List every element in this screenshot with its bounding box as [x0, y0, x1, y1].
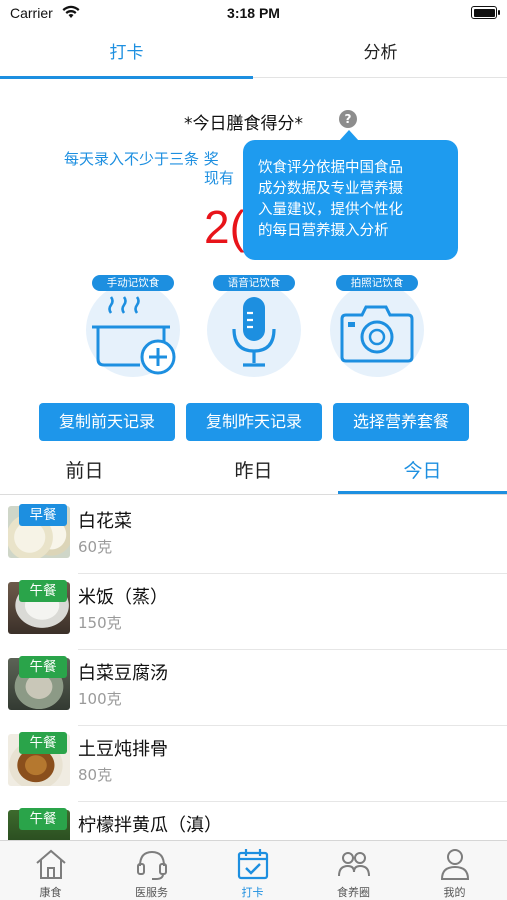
clock: 3:18 PM — [227, 5, 280, 21]
voice-record-label: 语音记饮食 — [213, 275, 295, 291]
score-title: *今日膳食得分* — [184, 114, 303, 134]
meal-badge: 午餐 — [19, 580, 67, 602]
meal-badge: 午餐 — [19, 732, 67, 754]
nav-label: 医服务 — [135, 886, 168, 899]
tab-yesterday-label: 昨日 — [234, 460, 273, 482]
copy-day-before-button[interactable]: 复制前天记录 — [39, 403, 175, 441]
tooltip-line: 入量建议，提供个性化 — [258, 202, 403, 218]
food-amount: 80克 — [78, 766, 113, 784]
tab-active-indicator — [0, 76, 253, 79]
nav-label: 食养圈 — [337, 886, 370, 899]
day-tab-bar: 前日 昨日 今日 — [0, 450, 507, 495]
score-hint-line1: 每天录入不少于三条 奖 — [64, 150, 219, 168]
tooltip-line: 饮食评分依据中国食品 — [258, 160, 403, 176]
list-item[interactable]: 早餐 白花菜 60克 — [0, 498, 507, 574]
tab-today-label: 今日 — [403, 460, 442, 482]
app-screen: Carrier 3:18 PM 打卡 分析 *今日膳食得分* ? 每天录入不少于… — [0, 0, 507, 900]
score-tooltip: 饮食评分依据中国食品 成分数据及专业营养摄 入量建议，提供个性化 的每日营养摄入… — [243, 130, 458, 260]
score-hint-line2: 现有 — [204, 169, 235, 187]
voice-record-button[interactable]: 语音记饮食 — [205, 275, 305, 380]
food-name: 米饭（蒸） — [78, 587, 168, 608]
bottom-nav: 康食 医服务 打卡 食养圈 我的 — [0, 840, 507, 900]
copy-yesterday-button[interactable]: 复制昨天记录 — [186, 403, 322, 441]
nav-mine[interactable]: 我的 — [404, 841, 505, 900]
tab-day-before-label: 前日 — [65, 460, 104, 482]
food-name: 白花菜 — [78, 511, 132, 532]
food-name: 白菜豆腐汤 — [78, 663, 168, 684]
top-tab-bar: 打卡 分析 — [0, 30, 507, 79]
photo-record-button[interactable]: 拍照记饮食 — [328, 275, 428, 380]
status-bar: Carrier 3:18 PM — [0, 0, 507, 28]
food-amount: 60克 — [78, 538, 113, 556]
food-amount: 150克 — [78, 614, 122, 632]
food-amount: 100克 — [78, 690, 122, 708]
nav-medical-service[interactable]: 医服务 — [101, 841, 202, 900]
score-value: 2( — [204, 201, 245, 253]
manual-record-label: 手动记饮食 — [92, 275, 174, 291]
nav-label: 打卡 — [241, 886, 264, 899]
headset-icon — [137, 850, 167, 880]
list-item[interactable]: 午餐 土豆炖排骨 80克 — [0, 726, 507, 802]
tab-yesterday[interactable]: 昨日 — [169, 450, 338, 494]
nav-checkin[interactable]: 打卡 — [202, 841, 303, 900]
tab-day-before[interactable]: 前日 — [0, 450, 169, 494]
people-icon — [338, 852, 370, 877]
photo-record-label: 拍照记饮食 — [336, 275, 418, 291]
help-icon[interactable]: ? — [339, 110, 357, 128]
house-icon — [36, 849, 66, 879]
tab-checkin-label: 打卡 — [109, 43, 144, 63]
nav-label: 康食 — [39, 886, 62, 899]
food-name: 土豆炖排骨 — [78, 739, 168, 760]
microphone-icon — [232, 297, 276, 367]
tooltip-line: 成分数据及专业营养摄 — [258, 181, 403, 197]
tab-analysis-label: 分析 — [363, 43, 398, 63]
tab-checkin[interactable]: 打卡 — [0, 30, 253, 79]
meal-badge: 早餐 — [19, 504, 67, 526]
list-item[interactable]: 午餐 米饭（蒸） 150克 — [0, 574, 507, 650]
choose-meal-plan-button[interactable]: 选择营养套餐 — [333, 403, 469, 441]
calendar-check-icon — [237, 849, 269, 880]
person-icon — [440, 849, 470, 880]
manual-record-button[interactable]: 手动记饮食 — [84, 275, 184, 380]
tab-today[interactable]: 今日 — [338, 450, 507, 494]
tooltip-line: 的每日营养摄入分析 — [258, 223, 389, 239]
list-item[interactable]: 午餐 白菜豆腐汤 100克 — [0, 650, 507, 726]
food-name: 柠檬拌黄瓜（滇） — [78, 815, 222, 836]
meal-badge: 午餐 — [19, 656, 67, 678]
meal-badge: 午餐 — [19, 808, 67, 830]
battery-icon — [471, 6, 500, 19]
nav-food-circle[interactable]: 食养圈 — [303, 841, 404, 900]
nav-kangshi[interactable]: 康食 — [0, 841, 101, 900]
tab-analysis[interactable]: 分析 — [254, 30, 507, 78]
pot-plus-icon — [92, 296, 176, 375]
tab-active-indicator — [338, 491, 507, 494]
camera-icon — [340, 305, 414, 363]
nav-label: 我的 — [443, 886, 466, 899]
